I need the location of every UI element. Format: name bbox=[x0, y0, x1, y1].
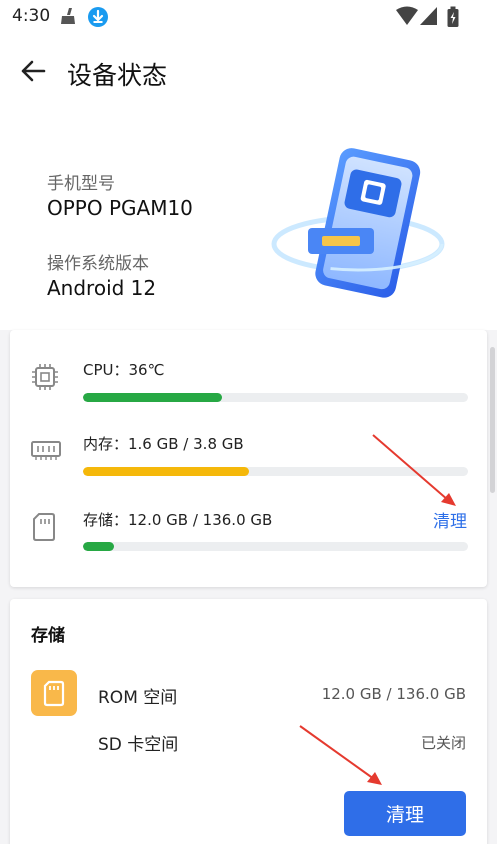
cpu-text: CPU：36℃ bbox=[83, 361, 165, 379]
storage-card: 存储 ROM 空间 12.0 GB / 136.0 GB SD 卡空间 已关闭 … bbox=[10, 599, 487, 844]
download-icon bbox=[87, 6, 109, 32]
rom-tile bbox=[31, 670, 77, 716]
clean-button[interactable]: 清理 bbox=[344, 791, 466, 836]
os-label: 操作系统版本 bbox=[47, 254, 149, 274]
ram-icon bbox=[30, 437, 62, 467]
signal-icon bbox=[420, 6, 438, 30]
rom-value: 12.0 GB / 136.0 GB bbox=[321, 685, 466, 703]
storage-progress-bar bbox=[83, 542, 468, 551]
app-bar: 设备状态 bbox=[0, 34, 497, 124]
cpu-progress-fill bbox=[83, 393, 222, 402]
sd-value: 已关闭 bbox=[420, 734, 466, 752]
clean-link[interactable]: 清理 bbox=[433, 507, 467, 532]
resource-usage-card: CPU：36℃ 内存：1.6 GB / 3.8 GB 存储：12.0 GB / … bbox=[10, 330, 487, 587]
sd-card-icon bbox=[30, 511, 58, 547]
memory-progress-fill bbox=[83, 467, 249, 476]
model-label: 手机型号 bbox=[47, 174, 115, 194]
status-time: 4:30 bbox=[12, 6, 51, 26]
section-title: 存储 bbox=[31, 626, 65, 646]
scrollbar[interactable] bbox=[490, 347, 495, 493]
sd-label: SD 卡空间 bbox=[98, 735, 179, 755]
status-bar: 4:30 bbox=[0, 0, 497, 34]
sd-card-icon bbox=[43, 680, 65, 707]
memory-progress-bar bbox=[83, 467, 468, 476]
model-value: OPPO PGAM10 bbox=[47, 196, 193, 220]
cpu-progress-bar bbox=[83, 393, 468, 402]
rom-label: ROM 空间 bbox=[98, 688, 178, 708]
page-title: 设备状态 bbox=[67, 61, 168, 90]
memory-text: 内存：1.6 GB / 3.8 GB bbox=[83, 435, 244, 453]
wifi-icon bbox=[396, 6, 418, 30]
device-info-section: 手机型号 OPPO PGAM10 操作系统版本 Android 12 bbox=[0, 124, 497, 330]
storage-progress-fill bbox=[83, 542, 114, 551]
cleaner-broom-icon bbox=[58, 6, 78, 30]
storage-text: 存储：12.0 GB / 136.0 GB bbox=[83, 511, 273, 529]
chip-icon bbox=[30, 362, 60, 396]
arrow-left-icon[interactable] bbox=[16, 54, 50, 88]
battery-icon bbox=[447, 6, 459, 32]
os-value: Android 12 bbox=[47, 276, 157, 300]
phone-illustration bbox=[268, 146, 448, 310]
